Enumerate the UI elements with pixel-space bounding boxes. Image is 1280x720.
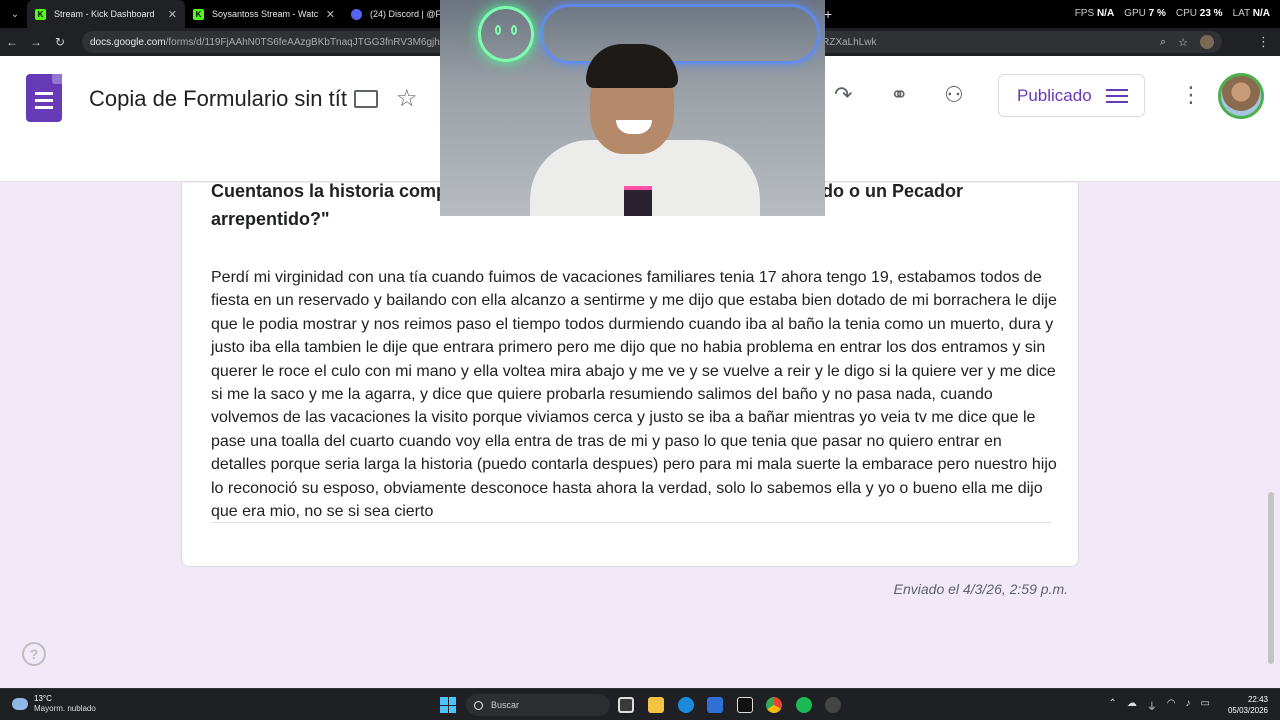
link-icon[interactable]: ⚭ xyxy=(890,82,908,108)
task-view-icon[interactable] xyxy=(618,697,634,713)
edge-icon[interactable] xyxy=(678,697,694,713)
onedrive-icon[interactable]: ☁ xyxy=(1127,698,1137,713)
reload-icon[interactable]: ↻ xyxy=(48,35,72,49)
chevron-up-icon[interactable]: ⌃ xyxy=(1108,698,1116,713)
question-text-start: Cuentanos la historia comp xyxy=(211,181,448,201)
lat-label: LAT xyxy=(1232,8,1250,19)
battery-icon[interactable]: ▭ xyxy=(1201,698,1210,713)
y-app-icon[interactable] xyxy=(737,697,753,713)
gpu-value: 7 % xyxy=(1148,8,1166,19)
weather-description: Mayorm. nublado xyxy=(34,704,96,713)
obs-icon[interactable] xyxy=(825,697,841,713)
system-tray: ⌃ ☁ ⏚ ◠ ♪ ▭ xyxy=(1108,698,1210,713)
cloud-icon xyxy=(12,698,28,710)
close-tab-icon[interactable]: ✕ xyxy=(326,8,335,21)
webcam-overlay xyxy=(440,0,825,216)
clock-date: 05/03/2026 xyxy=(1227,706,1268,715)
cup xyxy=(624,186,652,216)
response-card: Cuentanos la historia comp ndido o un Pec… xyxy=(181,181,1079,567)
cpu-value: 23 % xyxy=(1199,8,1223,19)
fps-label: FPS xyxy=(1074,8,1095,19)
back-arrow-icon[interactable]: ← xyxy=(0,35,24,49)
answer-text: Perdí mi virginidad con una tía cuando f… xyxy=(211,269,1057,521)
account-avatar[interactable] xyxy=(1218,73,1264,119)
spotify-icon[interactable] xyxy=(796,697,812,713)
url-path: /forms/d/119FjAAhN0TS6feAAzgBKbTnaqJTGG3… xyxy=(165,36,459,48)
more-options-icon[interactable]: ⋮ xyxy=(1180,82,1202,108)
search-placeholder: Buscar xyxy=(491,700,520,710)
neon-smiley-sign xyxy=(478,6,534,62)
performance-overlay: FPS N/A GPU 7 % CPU 23 % LAT N/A xyxy=(1075,8,1270,19)
help-icon[interactable]: ? xyxy=(22,642,46,666)
submitted-timestamp: Enviado el 4/3/26, 2:59 p.m. xyxy=(893,581,1068,597)
windows-start-icon[interactable] xyxy=(440,697,456,713)
search-icon xyxy=(474,700,483,710)
weather-temperature: 13°C xyxy=(34,694,52,703)
store-icon[interactable] xyxy=(707,697,723,713)
answer-underline xyxy=(211,522,1051,523)
browser-tab-soysantoss-stream[interactable]: K Soysantoss Stream - Watch Live ✕ xyxy=(185,0,343,28)
tab-title: Stream - Kick Dashboard xyxy=(54,9,155,19)
lat-value: N/A xyxy=(1252,8,1270,19)
chrome-icon[interactable] xyxy=(766,697,782,713)
file-explorer-icon[interactable] xyxy=(648,697,664,713)
new-tab-icon[interactable]: + xyxy=(824,6,832,22)
zoom-icon[interactable]: ⌕ xyxy=(1160,36,1166,49)
tune-icon xyxy=(1105,87,1128,105)
add-collaborator-icon[interactable]: ⚇ xyxy=(944,82,964,108)
taskbar-clock[interactable]: 22:43 05/03/2026 xyxy=(1228,694,1268,716)
discord-icon xyxy=(351,8,362,20)
folder-icon[interactable] xyxy=(354,90,378,108)
kick-icon: K xyxy=(35,8,46,20)
url-tail: RZXaLhLwk xyxy=(822,36,877,48)
tab-search-icon[interactable]: ⌄ xyxy=(3,4,27,24)
gpu-label: GPU xyxy=(1124,8,1146,19)
omnibox-actions: ⌕ ☆ xyxy=(1160,31,1214,53)
clock-time: 22:43 xyxy=(1247,695,1268,704)
form-title[interactable]: Copia de Formulario sin títu xyxy=(89,86,347,112)
question-text-line2: arrepentido?" xyxy=(211,209,330,229)
publish-button[interactable]: Publicado xyxy=(998,74,1145,117)
redo-icon[interactable]: ↷ xyxy=(834,82,852,108)
taskbar-search[interactable]: Buscar xyxy=(466,694,610,716)
star-icon[interactable]: ☆ xyxy=(396,84,418,113)
neon-light-decoration xyxy=(540,4,820,64)
cpu-label: CPU xyxy=(1175,8,1197,19)
windows-taskbar: 13°C Mayorm. nublado Buscar ⌃ ☁ ⏚ ◠ ♪ ▭ … xyxy=(0,688,1280,720)
browser-menu-icon[interactable]: ⋮ xyxy=(1257,34,1270,50)
bookmark-star-icon[interactable]: ☆ xyxy=(1178,36,1188,49)
microphone-icon[interactable]: ⏚ xyxy=(1147,698,1157,713)
fps-value: N/A xyxy=(1096,8,1115,19)
profile-avatar[interactable] xyxy=(1200,35,1214,49)
volume-icon[interactable]: ♪ xyxy=(1186,698,1191,713)
forward-arrow-icon[interactable]: → xyxy=(24,35,48,49)
close-tab-icon[interactable]: ✕ xyxy=(168,8,177,21)
kick-icon: K xyxy=(193,8,204,20)
publish-label: Publicado xyxy=(1017,85,1092,105)
weather-widget[interactable]: 13°C Mayorm. nublado xyxy=(12,694,96,714)
url-host: docs.google.com xyxy=(90,36,166,48)
google-forms-icon[interactable] xyxy=(26,74,62,122)
wifi-icon[interactable]: ◠ xyxy=(1167,698,1176,713)
tab-title: Soysantoss Stream - Watch Live xyxy=(212,9,318,19)
browser-tab-kick-dashboard[interactable]: K Stream - Kick Dashboard ✕ xyxy=(27,0,185,28)
page-scrollbar[interactable] xyxy=(1268,492,1274,664)
